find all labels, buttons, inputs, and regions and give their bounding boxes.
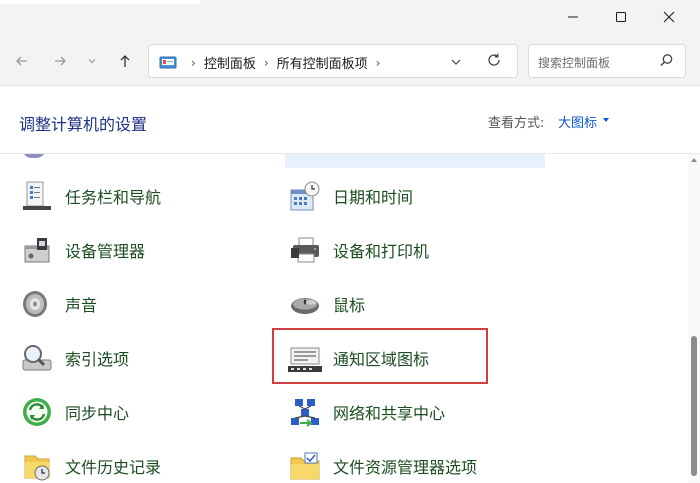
title-bar bbox=[0, 0, 700, 36]
file-history-icon bbox=[19, 448, 55, 483]
search-box[interactable]: 搜索控制面板 bbox=[528, 44, 686, 78]
item-date-time[interactable]: 日期和时间 bbox=[287, 178, 413, 214]
address-dropdown-button[interactable] bbox=[449, 54, 463, 73]
breadcrumb-separator[interactable]: › bbox=[376, 56, 381, 70]
control-panel-items: 任务栏和导航 日期和时间 设备管理器 设备和打印机 声音 鼠标 索引选项 通知区… bbox=[0, 154, 688, 483]
partial-item-icon bbox=[22, 154, 46, 158]
control-panel-icon bbox=[159, 56, 177, 68]
speaker-icon bbox=[19, 286, 55, 322]
taskbar-icon bbox=[19, 178, 55, 214]
item-indexing-options[interactable]: 索引选项 bbox=[19, 340, 129, 376]
recent-locations-button[interactable] bbox=[82, 48, 102, 74]
item-label: 设备管理器 bbox=[65, 242, 146, 261]
minimize-button[interactable] bbox=[550, 0, 596, 34]
mouse-icon bbox=[287, 286, 323, 322]
arrow-up-icon bbox=[120, 55, 130, 67]
view-by-dropdown[interactable]: 大图标 bbox=[558, 112, 597, 131]
item-label: 网络和共享中心 bbox=[333, 404, 446, 423]
search-icon bbox=[660, 54, 673, 67]
search-input[interactable]: 搜索控制面板 bbox=[538, 54, 610, 71]
breadcrumb-separator: › bbox=[263, 55, 269, 70]
address-bar[interactable]: › 控制面板 › 所有控制面板项 › bbox=[148, 44, 518, 78]
network-icon bbox=[287, 394, 323, 430]
item-label: 鼠标 bbox=[333, 296, 366, 315]
arrow-left-icon bbox=[16, 56, 27, 66]
item-network-sharing-center[interactable]: 网络和共享中心 bbox=[287, 394, 445, 430]
item-mouse[interactable]: 鼠标 bbox=[287, 286, 365, 322]
item-label: 同步中心 bbox=[65, 404, 130, 423]
highlight-box bbox=[272, 328, 488, 384]
forward-button[interactable] bbox=[47, 48, 73, 74]
item-label: 设备和打印机 bbox=[333, 242, 430, 261]
indexing-icon bbox=[19, 340, 55, 376]
back-button[interactable] bbox=[9, 48, 35, 74]
up-button[interactable] bbox=[112, 48, 138, 74]
breadcrumb-separator: › bbox=[191, 55, 196, 70]
tab-strip bbox=[0, 0, 200, 4]
item-label: 任务栏和导航 bbox=[65, 188, 162, 207]
item-taskbar-navigation[interactable]: 任务栏和导航 bbox=[19, 178, 161, 214]
sync-icon bbox=[19, 394, 55, 430]
breadcrumb-item-control-panel[interactable]: 控制面板 bbox=[204, 53, 256, 72]
item-device-manager[interactable]: 设备管理器 bbox=[19, 232, 145, 268]
breadcrumb-item-all-items[interactable]: 所有控制面板项 bbox=[277, 53, 368, 72]
item-file-explorer-options[interactable]: 文件资源管理器选项 bbox=[287, 448, 477, 483]
item-sync-center[interactable]: 同步中心 bbox=[19, 394, 129, 430]
chevron-down-icon bbox=[88, 59, 96, 64]
item-sound[interactable]: 声音 bbox=[19, 286, 97, 322]
calendar-clock-icon bbox=[287, 178, 323, 214]
item-label: 文件资源管理器选项 bbox=[333, 458, 478, 477]
vertical-scrollbar[interactable] bbox=[688, 154, 700, 483]
item-file-history[interactable]: 文件历史记录 bbox=[19, 448, 161, 483]
item-label: 索引选项 bbox=[65, 350, 130, 369]
view-by-label: 查看方式: bbox=[488, 116, 545, 131]
refresh-button[interactable] bbox=[486, 52, 502, 72]
breadcrumb: › 控制面板 › 所有控制面板项 › bbox=[159, 53, 388, 72]
folder-options-icon bbox=[287, 448, 323, 483]
navigation-bar: › 控制面板 › 所有控制面板项 › 搜索控制面板 bbox=[0, 36, 700, 86]
refresh-icon bbox=[488, 53, 500, 66]
chevron-down-icon bbox=[451, 59, 461, 65]
item-label: 声音 bbox=[65, 296, 98, 315]
page-header: 调整计算机的设置 查看方式: 大图标 bbox=[0, 86, 700, 154]
printer-icon bbox=[287, 232, 323, 268]
close-icon bbox=[663, 11, 675, 23]
scroll-up-arrow-icon[interactable] bbox=[691, 158, 697, 162]
close-button[interactable] bbox=[646, 0, 692, 34]
item-label: 文件历史记录 bbox=[65, 458, 162, 477]
arrow-right-icon bbox=[55, 56, 66, 66]
search-button[interactable] bbox=[659, 53, 674, 72]
maximize-icon bbox=[616, 12, 626, 22]
item-devices-printers[interactable]: 设备和打印机 bbox=[287, 232, 429, 268]
view-by-caret-icon[interactable] bbox=[603, 118, 609, 122]
maximize-button[interactable] bbox=[598, 0, 644, 34]
item-label: 日期和时间 bbox=[333, 188, 414, 207]
minimize-icon bbox=[568, 16, 578, 18]
page-title: 调整计算机的设置 bbox=[19, 115, 148, 134]
selected-item-highlight bbox=[285, 154, 545, 168]
scrollbar-thumb[interactable] bbox=[691, 336, 697, 476]
device-manager-icon bbox=[19, 232, 55, 268]
